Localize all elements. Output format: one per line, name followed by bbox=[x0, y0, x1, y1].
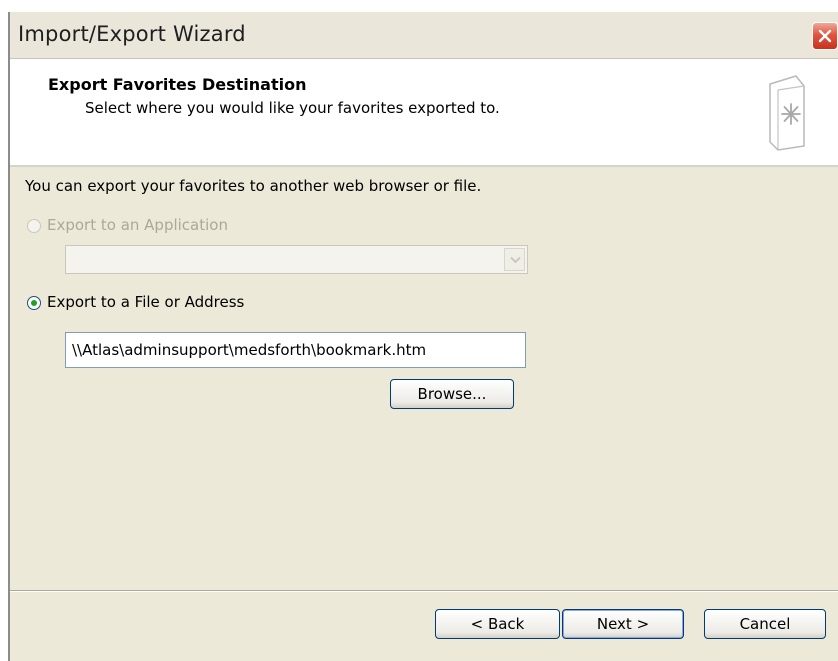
window-title: Import/Export Wizard bbox=[18, 22, 246, 46]
title-bar[interactable]: Import/Export Wizard bbox=[10, 12, 838, 59]
export-path-input[interactable]: \\Atlas\adminsupport\medsforth\bookmark.… bbox=[65, 332, 526, 368]
back-button[interactable]: < Back bbox=[435, 609, 560, 639]
radio-export-file[interactable] bbox=[27, 296, 41, 310]
footer-divider bbox=[10, 590, 838, 592]
next-button[interactable]: Next > bbox=[562, 609, 684, 639]
page-title: Export Favorites Destination bbox=[48, 75, 307, 94]
wizard-header: Export Favorites Destination Select wher… bbox=[10, 59, 838, 167]
dropdown-arrow-button[interactable] bbox=[504, 248, 525, 271]
chevron-down-icon bbox=[510, 256, 521, 264]
label-export-file: Export to a File or Address bbox=[47, 293, 245, 311]
intro-text: You can export your favorites to another… bbox=[25, 177, 482, 195]
label-export-application: Export to an Application bbox=[47, 216, 228, 234]
page-subtitle: Select where you would like your favorit… bbox=[85, 99, 500, 117]
close-icon bbox=[818, 29, 832, 43]
close-button[interactable] bbox=[812, 22, 838, 50]
radio-selected-dot bbox=[31, 300, 37, 306]
wizard-window: Import/Export Wizard Export Favorites De… bbox=[8, 12, 838, 661]
browse-button[interactable]: Browse... bbox=[390, 379, 514, 409]
application-dropdown[interactable] bbox=[65, 245, 528, 274]
radio-export-application[interactable] bbox=[27, 219, 41, 233]
cancel-button[interactable]: Cancel bbox=[704, 609, 826, 639]
favorites-document-icon bbox=[769, 75, 805, 151]
